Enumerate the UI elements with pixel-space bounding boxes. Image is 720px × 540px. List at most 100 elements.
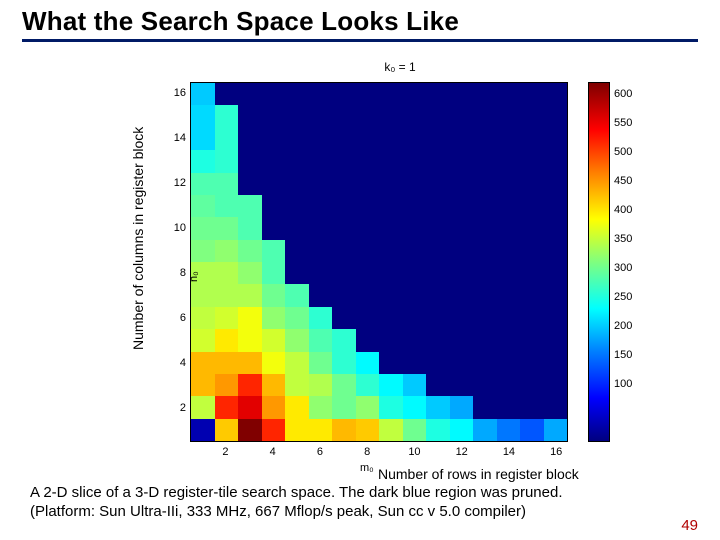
heatmap-cell: [520, 284, 544, 306]
heatmap-cell: [356, 173, 380, 195]
y-tick: 14: [162, 132, 186, 144]
heatmap-cell: [544, 217, 568, 239]
heatmap-cell: [544, 240, 568, 262]
heatmap-cell: [262, 83, 286, 105]
heatmap-cell: [285, 329, 309, 351]
heatmap-cell: [285, 195, 309, 217]
heatmap-cell: [379, 173, 403, 195]
heatmap-cell: [403, 83, 427, 105]
heatmap-cell: [473, 240, 497, 262]
heatmap-cell: [520, 217, 544, 239]
heatmap-cell: [379, 128, 403, 150]
heatmap-cell: [544, 396, 568, 418]
y-tick: 4: [162, 357, 186, 369]
heatmap-cell: [262, 284, 286, 306]
heatmap-cell: [450, 307, 474, 329]
heatmap-cell: [309, 195, 333, 217]
heatmap-cell: [450, 150, 474, 172]
heatmap-cell: [450, 83, 474, 105]
heatmap-cell: [215, 217, 239, 239]
heatmap-cell: [426, 150, 450, 172]
heatmap-cell: [450, 284, 474, 306]
heatmap-cell: [309, 262, 333, 284]
x-tick: 16: [544, 446, 568, 458]
heatmap-cell: [520, 419, 544, 441]
x-tick: 8: [355, 446, 379, 458]
heatmap-cell: [238, 307, 262, 329]
heatmap-cell: [332, 284, 356, 306]
heatmap-cell: [450, 217, 474, 239]
heatmap-cell: [497, 150, 521, 172]
heatmap-cell: [238, 374, 262, 396]
heatmap-cell: [238, 262, 262, 284]
heatmap-cell: [497, 240, 521, 262]
caption: A 2-D slice of a 3-D register-tile searc…: [30, 483, 690, 521]
heatmap-cell: [262, 173, 286, 195]
heatmap-cell: [379, 307, 403, 329]
heatmap-cell: [191, 284, 215, 306]
colorbar-tick: 450: [614, 175, 632, 187]
heatmap-cell: [379, 217, 403, 239]
heatmap-cell: [403, 150, 427, 172]
heatmap-cell: [332, 195, 356, 217]
heatmap-cell: [215, 240, 239, 262]
heatmap-cell: [332, 262, 356, 284]
heatmap-cell: [285, 307, 309, 329]
heatmap-cell: [356, 217, 380, 239]
heatmap-cell: [191, 173, 215, 195]
heatmap-cell: [544, 262, 568, 284]
heatmap-cell: [403, 262, 427, 284]
heatmap-cell: [403, 419, 427, 441]
heatmap-cell: [238, 352, 262, 374]
colorbar-tick: 300: [614, 262, 632, 274]
heatmap-cell: [356, 195, 380, 217]
heatmap-cell: [379, 284, 403, 306]
heatmap-cell: [403, 105, 427, 127]
heatmap-cell: [238, 419, 262, 441]
heatmap-cell: [544, 419, 568, 441]
heatmap-cell: [191, 374, 215, 396]
heatmap-cell: [356, 419, 380, 441]
heatmap-cell: [238, 150, 262, 172]
heatmap-cell: [262, 217, 286, 239]
heatmap-cell: [520, 329, 544, 351]
heatmap-cell: [215, 284, 239, 306]
heatmap-cell: [356, 307, 380, 329]
heatmap-cell: [497, 83, 521, 105]
heatmap-cell: [403, 284, 427, 306]
heatmap-cell: [497, 195, 521, 217]
heatmap-cell: [403, 352, 427, 374]
heatmap-cell: [215, 150, 239, 172]
heatmap-cell: [473, 105, 497, 127]
heatmap-cell: [473, 419, 497, 441]
heatmap-cell: [215, 396, 239, 418]
heatmap-cell: [544, 329, 568, 351]
heatmap-cell: [262, 374, 286, 396]
heatmap-cell: [262, 105, 286, 127]
heatmap-cell: [309, 352, 333, 374]
heatmap-cell: [309, 284, 333, 306]
heatmap-cell: [309, 83, 333, 105]
heatmap-cell: [238, 396, 262, 418]
heatmap-cell: [285, 217, 309, 239]
heatmap-cell: [285, 150, 309, 172]
heatmap-cell: [191, 329, 215, 351]
heatmap-cell: [356, 240, 380, 262]
heatmap-cell: [426, 128, 450, 150]
colorbar-tick: 500: [614, 146, 632, 158]
heatmap-cell: [450, 128, 474, 150]
heatmap-cell: [285, 173, 309, 195]
heatmap-cell: [544, 284, 568, 306]
y-tick: 2: [162, 402, 186, 414]
heatmap-cell: [309, 419, 333, 441]
heatmap-cell: [309, 217, 333, 239]
heatmap-cell: [473, 195, 497, 217]
heatmap-cell: [379, 419, 403, 441]
heatmap-cell: [309, 374, 333, 396]
heatmap-cell: [309, 173, 333, 195]
heatmap-cell: [426, 195, 450, 217]
heatmap-cell: [356, 396, 380, 418]
heatmap-cell: [191, 217, 215, 239]
y-tick: 8: [162, 267, 186, 279]
colorbar: [588, 82, 610, 442]
